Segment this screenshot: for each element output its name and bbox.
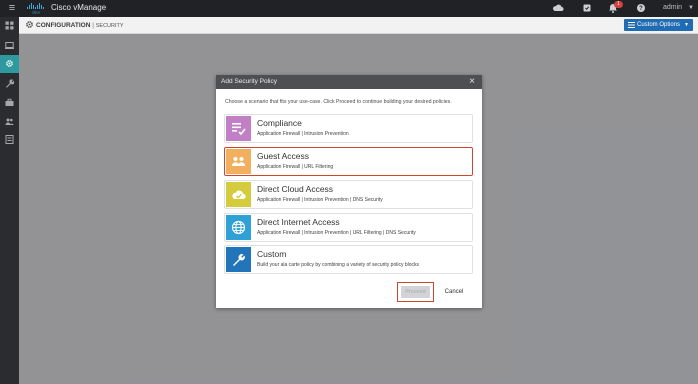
wrench-icon — [226, 247, 251, 272]
help-icon[interactable]: ? — [635, 2, 647, 14]
proceed-button[interactable]: Proceed — [401, 286, 430, 298]
cisco-logo: cisco — [27, 3, 44, 15]
custom-options-label: Custom Options — [637, 22, 681, 28]
sidebar-item-monitor[interactable] — [0, 37, 19, 55]
breadcrumb: CONFIGURATION | SECURITY — [36, 20, 124, 32]
svg-text:cisco: cisco — [32, 11, 40, 15]
scenario-card[interactable]: Guest Access Application Firewall | URL F… — [224, 147, 473, 176]
sidebar-item-dashboard[interactable] — [0, 17, 19, 35]
add-security-policy-dialog: Add Security Policy × Choose a scenario … — [216, 75, 482, 308]
scenario-title: Custom — [257, 249, 287, 259]
menu-icon[interactable]: ≡ — [6, 2, 18, 14]
sidebar-item-tools[interactable] — [0, 75, 19, 93]
breadcrumb-separator: | — [92, 22, 94, 29]
scenario-title: Guest Access — [257, 151, 309, 161]
scenario-card[interactable]: Direct Internet Access Application Firewa… — [224, 213, 473, 242]
svg-text:?: ? — [639, 6, 643, 12]
custom-options-button[interactable]: Custom Options ▼ — [624, 19, 693, 31]
top-bar: ≡ cisco Cisco vManage 1 ? admin ▼ — [0, 0, 698, 17]
administration-icon — [5, 118, 14, 125]
chevron-down-icon: ▼ — [684, 22, 689, 28]
scenario-title: Compliance — [257, 118, 302, 128]
cloud-icon[interactable] — [552, 2, 564, 14]
gear-icon — [26, 21, 33, 28]
scenario-card[interactable]: Custom Build your ala carte policy by com… — [224, 245, 473, 274]
sidebar-item-administration[interactable] — [0, 113, 19, 131]
page-header: CONFIGURATION | SECURITY Custom Options … — [19, 17, 698, 34]
configuration-icon — [6, 60, 13, 67]
scenario-description: Application Firewall | Intrusion Prevent… — [257, 131, 349, 137]
app-title: Cisco vManage — [51, 3, 107, 12]
guest-access-icon — [226, 149, 251, 174]
tools-icon — [6, 79, 14, 88]
analytics-icon — [5, 135, 14, 144]
dialog-header: Add Security Policy × — [216, 75, 482, 89]
scenario-description: Build your ala carte policy by combining… — [257, 262, 420, 268]
sidebar — [0, 17, 19, 384]
compliance-icon — [226, 116, 251, 141]
close-icon[interactable]: × — [466, 76, 478, 88]
scenario-card[interactable]: Direct Cloud Access Application Firewall … — [224, 180, 473, 209]
scenario-card[interactable]: Compliance Application Firewall | Intrusi… — [224, 114, 473, 143]
notification-badge: 1 — [614, 1, 623, 8]
globe-icon — [226, 215, 251, 240]
sidebar-item-configuration[interactable] — [0, 55, 19, 73]
options-icon — [628, 22, 635, 28]
scenario-description: Application Firewall | URL Filtering — [257, 164, 334, 170]
monitor-icon — [5, 42, 14, 49]
tasks-icon[interactable] — [581, 2, 593, 14]
scenario-title: Direct Cloud Access — [257, 184, 334, 194]
chevron-down-icon[interactable]: ▼ — [688, 2, 694, 14]
scenario-description: Application Firewall | Intrusion Prevent… — [257, 197, 383, 203]
sidebar-item-maintenance[interactable] — [0, 94, 19, 112]
cancel-button[interactable]: Cancel — [442, 286, 466, 298]
cloud-check-icon — [226, 182, 251, 207]
dashboard-icon — [5, 21, 14, 30]
scenario-description: Application Firewall | Intrusion Prevent… — [257, 230, 416, 236]
dialog-title: Add Security Policy — [221, 78, 277, 85]
sidebar-item-analytics[interactable] — [0, 131, 19, 149]
breadcrumb-section: CONFIGURATION — [36, 22, 91, 29]
maintenance-icon — [5, 98, 14, 106]
dialog-instructions: Choose a scenario that fits your use-cas… — [225, 99, 452, 105]
scenario-title: Direct Internet Access — [257, 217, 340, 227]
user-menu[interactable]: admin — [663, 2, 682, 14]
breadcrumb-subsection: SECURITY — [95, 23, 124, 29]
